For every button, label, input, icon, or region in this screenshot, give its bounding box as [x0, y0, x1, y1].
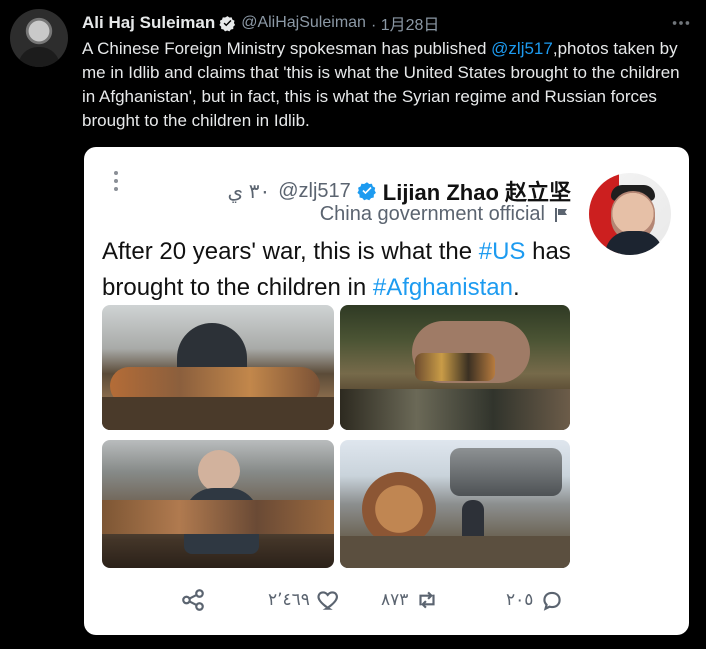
photo-1-ground: [102, 397, 334, 430]
card-more-icon[interactable]: [112, 169, 120, 193]
embedded-handle[interactable]: @zlj517: [278, 180, 351, 203]
photo-3-child-head: [198, 450, 240, 492]
tweet-text-part-1: A Chinese Foreign Ministry spokesman has…: [82, 39, 492, 58]
share-action[interactable]: [180, 585, 206, 615]
heart-icon: [317, 591, 338, 610]
government-flag-icon: [555, 207, 567, 222]
mention-link[interactable]: @zlj517: [491, 39, 553, 58]
embedded-tweet-text: After 20 years' war, this is what the #U…: [102, 234, 632, 306]
photo-2-debris: [340, 389, 570, 430]
share-icon: [182, 589, 204, 611]
tweet-header: Ali Haj Suleiman @AliHajSuleiman · 1月28日: [82, 12, 439, 34]
photo-2-bullets: [415, 353, 495, 381]
tweet-text: A Chinese Foreign Ministry spokesman has…: [82, 37, 692, 133]
government-label-text: China government official: [319, 203, 545, 225]
government-label: China government official: [320, 203, 571, 226]
author-avatar[interactable]: [10, 9, 68, 67]
reply-action[interactable]: ٢٠٥: [506, 585, 565, 615]
photo-2[interactable]: [340, 305, 570, 430]
verified-icon: [219, 15, 236, 31]
retweet-count: ٨٧٣: [381, 590, 409, 609]
photo-4-vehicle-wreck: [450, 448, 562, 496]
like-action[interactable]: ٢٬٤٦٩: [268, 585, 342, 615]
hashtag-us[interactable]: #US: [479, 238, 526, 265]
embedded-actions: ٢٬٤٦٩ ٨٧٣ ٢٠٥: [180, 585, 562, 615]
photo-4-rust-disc: [362, 472, 436, 546]
embedded-text-part-3: .: [512, 274, 520, 301]
reply-icon: [543, 591, 562, 611]
like-count: ٢٬٤٦٩: [268, 590, 310, 609]
hashtag-afghanistan[interactable]: #Afghanistan: [373, 274, 513, 301]
retweet-action[interactable]: ٨٧٣: [381, 585, 440, 615]
embedded-verified-icon: [357, 182, 376, 201]
photo-4[interactable]: [340, 440, 570, 568]
embedded-tweet-card[interactable]: ٣٠ ي @zlj517 Lijian Zhao 赵立坚 China gover…: [84, 147, 689, 635]
reply-count: ٢٠٥: [506, 590, 534, 609]
retweet-icon: [419, 591, 435, 609]
more-options-icon[interactable]: [670, 12, 692, 34]
photo-3[interactable]: [102, 440, 334, 568]
photo-4-ground: [340, 536, 570, 568]
author-name[interactable]: Ali Haj Suleiman: [82, 13, 215, 33]
avatar-silhouette: [18, 47, 60, 67]
author-handle[interactable]: @AliHajSuleiman: [241, 14, 366, 32]
embedded-text-part-1: After 20 years' war, this is what the: [102, 238, 479, 265]
photo-3-shells: [102, 500, 334, 534]
embedded-time[interactable]: ٣٠ ي: [228, 179, 271, 204]
photo-1[interactable]: [102, 305, 334, 430]
tweet-date[interactable]: · 1月28日: [371, 11, 439, 35]
